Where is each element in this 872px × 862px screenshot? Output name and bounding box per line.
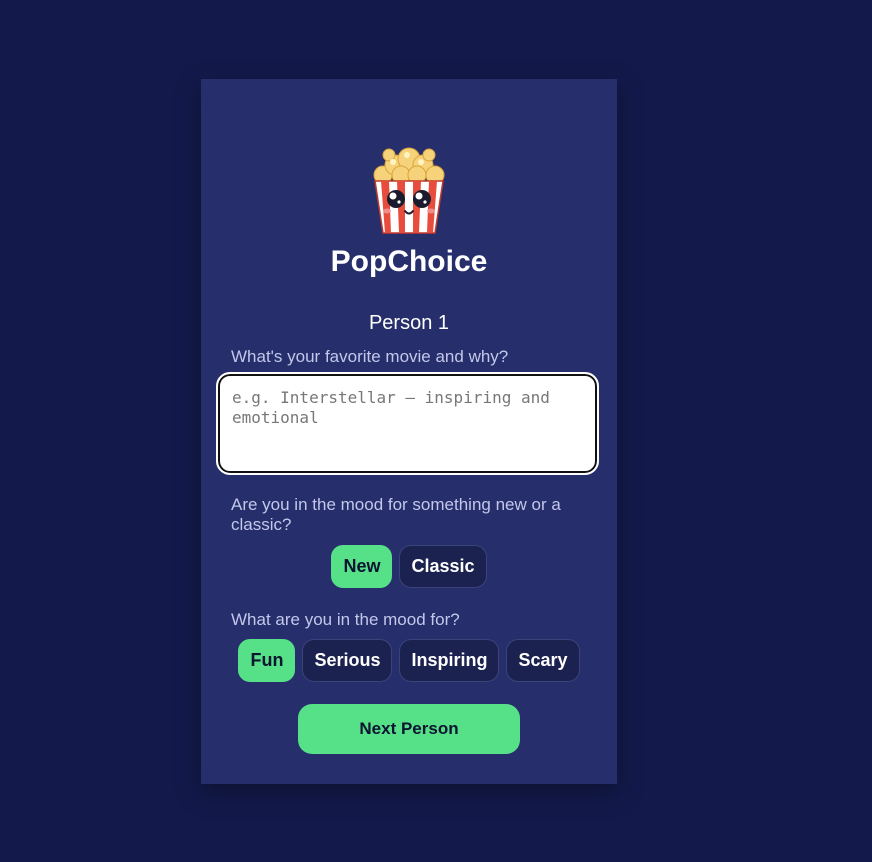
- mood-question: What are you in the mood for?: [231, 610, 460, 629]
- mood-option-scary-button[interactable]: Scary: [506, 639, 580, 682]
- mood-option-inspiring-button[interactable]: Inspiring: [399, 639, 500, 682]
- mood-option-serious-button[interactable]: Serious: [302, 639, 393, 682]
- era-option-new-button[interactable]: New: [331, 545, 393, 588]
- era-options: New Classic: [201, 545, 617, 588]
- era-question: Are you in the mood for something new or…: [231, 495, 561, 534]
- app-title: PopChoice: [330, 245, 488, 278]
- era-option-classic-button[interactable]: Classic: [399, 545, 487, 588]
- popchoice-card: PopChoice Person 1 What's your favorite …: [201, 79, 617, 784]
- mood-option-fun-button[interactable]: Fun: [238, 639, 296, 682]
- next-person-button[interactable]: Next Person: [298, 704, 520, 754]
- person-label: Person 1: [368, 312, 450, 334]
- popcorn-mascot-icon: [373, 147, 445, 234]
- favorite-movie-question: What's your favorite movie and why?: [231, 347, 509, 366]
- favorite-movie-input[interactable]: [216, 372, 599, 475]
- mood-options: Fun Serious Inspiring Scary: [201, 639, 617, 682]
